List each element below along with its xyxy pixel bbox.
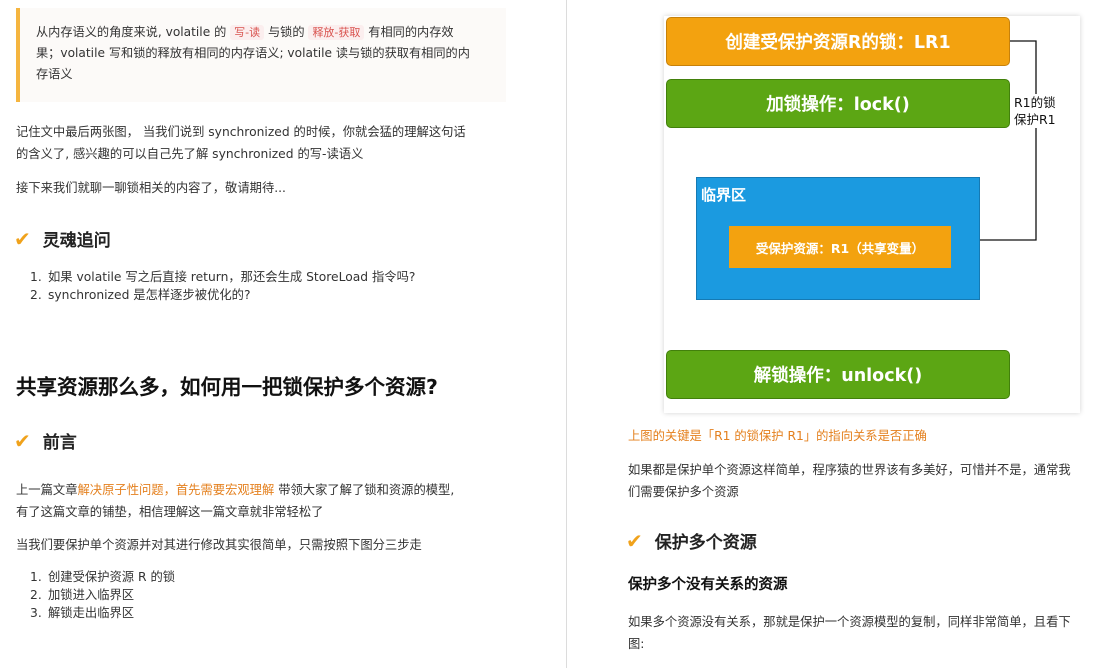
paragraph: 上一篇文章解决原子性问题，首先需要宏观理解 带领大家了解了锁和资源的模型, 有了… xyxy=(16,479,506,523)
paragraph: 如果多个资源没有关系，那就是保护一个资源模型的复制，同样非常简单，且看下 图: xyxy=(628,611,1108,655)
paragraph: 接下来我们就聊一聊锁相关的内容了，敬请期待... xyxy=(16,181,286,195)
paragraph-line: 图: xyxy=(628,637,645,651)
heading-protect-multiple: ✔ 保护多个资源 xyxy=(626,528,757,554)
paragraph-line: 的含义了, 感兴趣的可以自己先了解 synchronized 的写-读语义 xyxy=(16,147,364,161)
list-text: 如果 volatile 写之后直接 return，那还会生成 StoreLoad… xyxy=(48,270,416,284)
quote-text: 存语义 xyxy=(36,67,73,81)
arrow-label-line: R1的锁 xyxy=(1014,95,1056,110)
list-number: 3. xyxy=(30,606,42,620)
paragraph: 记住文中最后两张图， 当我们说到 synchronized 的时候，你就会猛的理… xyxy=(16,121,506,165)
soul-questions-list: 1. 如果 volatile 写之后直接 return，那还会生成 StoreL… xyxy=(30,268,415,304)
heading-preface: ✔ 前言 xyxy=(14,428,77,454)
list-number: 1. xyxy=(30,270,42,284)
paragraph: 如果都是保护单个资源这样简单，程序猿的世界该有多美好，可惜并不是，通常我 们需要… xyxy=(628,459,1108,503)
left-page: 从内存语义的角度来说, volatile 的 写-读 与锁的 释放-获取 有相同… xyxy=(0,0,566,668)
heading-soul-questions: ✔ 灵魂追问 xyxy=(14,226,111,252)
critical-section: 临界区 受保护资源：R1（共享变量） xyxy=(696,177,980,300)
list-text: 加锁进入临界区 xyxy=(48,588,135,602)
steps-list: 1. 创建受保护资源 R 的锁 2. 加锁进入临界区 3. 解锁走出临界区 xyxy=(30,568,175,622)
inline-code-release-acquire: 释放-获取 xyxy=(308,25,365,40)
list-item: 2. synchronized 是怎样逐步被优化的? xyxy=(30,286,415,304)
heading-text: 保护多个资源 xyxy=(654,533,757,553)
list-number: 2. xyxy=(30,588,42,602)
list-number: 1. xyxy=(30,570,42,584)
subheading-unrelated-resources: 保护多个没有关系的资源 xyxy=(628,577,788,593)
checkmark-icon: ✔ xyxy=(626,528,643,553)
list-item: 2. 加锁进入临界区 xyxy=(30,586,175,604)
section-title: 共享资源那么多，如何用一把锁保护多个资源? xyxy=(16,375,438,399)
lock-diagram: 创建受保护资源R的锁：LR1 加锁操作：lock() R1的锁 保护R1 临界区… xyxy=(664,16,1080,413)
list-number: 2. xyxy=(30,288,42,302)
article-link[interactable]: 解决原子性问题，首先需要宏观理解 xyxy=(78,483,275,497)
paragraph-line: 如果都是保护单个资源这样简单，程序猿的世界该有多美好，可惜并不是，通常我 xyxy=(628,463,1071,477)
quote-text: 与锁的 xyxy=(268,25,305,39)
list-text: synchronized 是怎样逐步被优化的? xyxy=(48,288,251,302)
paragraph-line: 记住文中最后两张图， 当我们说到 synchronized 的时候，你就会猛的理… xyxy=(16,125,466,139)
blockquote: 从内存语义的角度来说, volatile 的 写-读 与锁的 释放-获取 有相同… xyxy=(16,8,506,102)
paragraph-text: 上一篇文章 xyxy=(16,483,78,497)
protected-resource-box: 受保护资源：R1（共享变量） xyxy=(729,226,951,268)
arrow-label-line: 保护R1 xyxy=(1014,112,1056,127)
list-text: 创建受保护资源 R 的锁 xyxy=(48,570,176,584)
quote-text: 从内存语义的角度来说, volatile 的 xyxy=(36,25,227,39)
paragraph-line: 有了这篇文章的铺垫，相信理解这一篇文章就非常轻松了 xyxy=(16,505,324,519)
heading-text: 灵魂追问 xyxy=(42,231,111,251)
unlock-operation-box: 解锁操作：unlock() xyxy=(666,350,1010,399)
heading-text: 前言 xyxy=(42,433,77,453)
arrow-label: R1的锁 保护R1 xyxy=(1014,94,1069,128)
right-page: 创建受保护资源R的锁：LR1 加锁操作：lock() R1的锁 保护R1 临界区… xyxy=(567,0,1112,668)
quote-text: 有相同的内存效 xyxy=(368,25,454,39)
checkmark-icon: ✔ xyxy=(14,226,31,251)
list-item: 3. 解锁走出临界区 xyxy=(30,604,175,622)
paragraph-line: 如果多个资源没有关系，那就是保护一个资源模型的复制，同样非常简单，且看下 xyxy=(628,615,1071,629)
list-item: 1. 创建受保护资源 R 的锁 xyxy=(30,568,175,586)
paragraph-line: 们需要保护多个资源 xyxy=(628,485,739,499)
critical-section-title: 临界区 xyxy=(701,186,747,204)
paragraph: 当我们要保护单个资源并对其进行修改其实很简单，只需按照下图分三步走 xyxy=(16,538,422,552)
list-item: 1. 如果 volatile 写之后直接 return，那还会生成 StoreL… xyxy=(30,268,415,286)
checkmark-icon: ✔ xyxy=(14,428,31,453)
inline-code-write-read: 写-读 xyxy=(230,25,265,40)
diagram-caption: 上图的关键是「R1 的锁保护 R1」的指向关系是否正确 xyxy=(628,429,927,443)
list-text: 解锁走出临界区 xyxy=(48,606,135,620)
quote-text: 果；volatile 写和锁的释放有相同的内存语义; volatile 读与锁的… xyxy=(36,46,470,60)
paragraph-text: 带领大家了解了锁和资源的模型, xyxy=(278,483,455,497)
